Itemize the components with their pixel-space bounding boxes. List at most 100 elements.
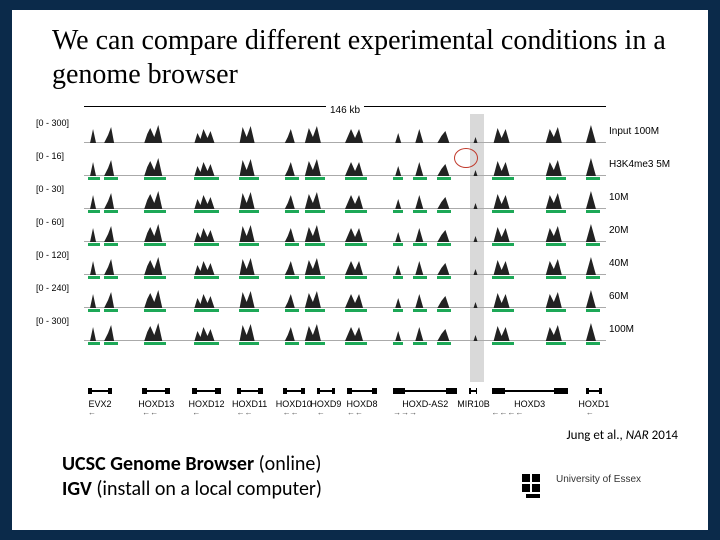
tool-igv: IGV (install on a local computer)	[62, 477, 322, 502]
track-yrange: [0 - 60]	[36, 217, 64, 227]
scale-ruler: 146 kb	[84, 106, 606, 116]
peak-underline	[144, 243, 166, 246]
gene: HOXD9←	[317, 384, 335, 418]
peak-underline	[345, 243, 367, 246]
track-row: [0 - 30]10M	[84, 182, 606, 215]
gene-arrows: ←←	[283, 408, 299, 417]
track-yrange: [0 - 30]	[36, 184, 64, 194]
citation-authors: Jung et al.,	[567, 428, 626, 443]
peak-underline	[239, 243, 259, 246]
peak-underline	[413, 177, 427, 180]
gene-arrows: ←	[192, 408, 200, 417]
track-label: 10M	[609, 192, 683, 203]
peak-underline	[437, 342, 451, 345]
peak-underline	[546, 276, 566, 279]
peak-underline	[413, 243, 427, 246]
peak-underline	[393, 243, 403, 246]
gene-exon	[393, 388, 405, 394]
gene-arrows: ←	[317, 408, 325, 417]
gene-exon	[241, 390, 258, 392]
gene-exon	[92, 390, 107, 392]
peak-underline	[586, 210, 600, 213]
track-label: 20M	[609, 225, 683, 236]
peak-underline	[88, 309, 100, 312]
track-label: 40M	[609, 258, 683, 269]
track-row: [0 - 300]100M	[84, 314, 606, 347]
peak-underline	[393, 177, 403, 180]
peak-underline	[586, 342, 600, 345]
track-container: [0 - 300]Input 100M[0 - 16]H3K4me3 5M[0 …	[84, 116, 606, 347]
peak-underline	[492, 210, 514, 213]
gene-label: HOXD9	[310, 399, 341, 409]
peak-underline	[437, 309, 451, 312]
peak-underline	[285, 342, 299, 345]
gene-exon	[197, 390, 215, 392]
gene-exon	[215, 388, 220, 394]
gene-exon	[320, 390, 332, 392]
peak-underline	[194, 177, 218, 180]
gene-annotation-row: EVX2←HOXD13←←HOXD12←HOXD11←←HOXD10←←HOXD…	[84, 384, 606, 418]
peak-underline	[492, 309, 514, 312]
university-logo: University of Essex	[522, 474, 682, 502]
peak-underline	[546, 177, 566, 180]
peak-underline	[413, 342, 427, 345]
gene-label: MIR10B	[457, 399, 490, 409]
gene: HOXD10←←	[283, 384, 305, 418]
peak-underline	[104, 243, 118, 246]
track-peaks	[84, 286, 606, 308]
gene-arrows: →→→	[393, 408, 417, 417]
peak-underline	[88, 210, 100, 213]
track-label: Input 100M	[609, 126, 683, 137]
peak-underline	[104, 276, 118, 279]
peak-underline	[194, 309, 218, 312]
track-peaks	[84, 253, 606, 275]
peak-underline	[305, 276, 325, 279]
peak-underline	[305, 243, 325, 246]
gene-exon	[301, 388, 305, 394]
peak-underline	[285, 276, 299, 279]
gene-exon	[165, 388, 170, 394]
track-peaks	[84, 121, 606, 143]
gene-exon	[476, 388, 477, 394]
peak-underline	[413, 210, 427, 213]
track-row: [0 - 240]60M	[84, 281, 606, 314]
citation-year: 2014	[649, 428, 678, 443]
red-circle-annotation	[454, 148, 478, 168]
peak-underline	[586, 177, 600, 180]
citation: Jung et al., NAR 2014	[567, 428, 679, 443]
peak-underline	[104, 177, 118, 180]
gene-exon	[108, 388, 112, 394]
gene-exon	[258, 388, 263, 394]
gene-arrows: ←←	[237, 408, 253, 417]
track-yrange: [0 - 16]	[36, 151, 64, 161]
track-row: [0 - 300]Input 100M	[84, 116, 606, 149]
track-peaks	[84, 319, 606, 341]
gene-label: HOXD1	[578, 399, 609, 409]
peak-underline	[285, 309, 299, 312]
gene-exon	[589, 390, 599, 392]
gene-exon	[492, 388, 506, 394]
track-row: [0 - 60]20M	[84, 215, 606, 248]
peak-underline	[393, 309, 403, 312]
gene-exon	[554, 388, 568, 394]
gene: MIR10B	[469, 384, 477, 418]
peak-underline	[194, 276, 218, 279]
peak-underline	[88, 342, 100, 345]
peak-underline	[437, 210, 451, 213]
track-label: 100M	[609, 324, 683, 335]
tool-igv-name: IGV	[62, 477, 92, 501]
peak-underline	[88, 276, 100, 279]
peak-underline	[345, 342, 367, 345]
peak-underline	[285, 177, 299, 180]
peak-underline	[194, 210, 218, 213]
peak-underline	[413, 309, 427, 312]
gene-exon	[147, 390, 165, 392]
logo-text: University of Essex	[556, 474, 641, 485]
track-row: [0 - 16]H3K4me3 5M	[84, 149, 606, 182]
peak-underline	[305, 210, 325, 213]
peak-underline	[345, 177, 367, 180]
peak-underline	[492, 177, 514, 180]
peak-underline	[144, 276, 166, 279]
peak-underline	[88, 177, 100, 180]
peak-underline	[492, 342, 514, 345]
